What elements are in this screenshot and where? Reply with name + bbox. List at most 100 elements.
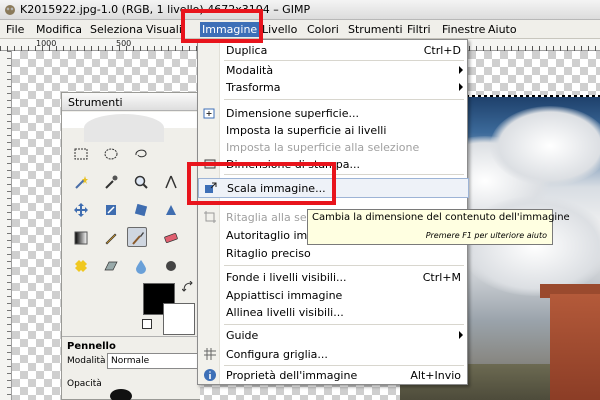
rect-select-icon [74,148,88,160]
menu-item-configura-griglia[interactable]: Configura griglia... [198,346,469,363]
color-picker-tool[interactable] [100,171,120,191]
magic-wand-icon [75,176,88,189]
menu-item-label: Imposta la superficie ai livelli [226,124,387,137]
menu-aiuto[interactable]: Aiuto [486,22,519,37]
ellipse-select-icon [104,148,118,160]
heal-tool[interactable] [70,255,90,275]
toolbox-titlebar[interactable]: Strumenti [62,93,201,111]
menu-item-label: Proprietà dell'immagine [226,369,358,382]
measure-tool[interactable] [160,171,180,191]
menu-separator [224,265,464,266]
ellipse-select-tool[interactable] [100,143,120,163]
move-tool[interactable] [70,199,90,219]
menu-separator [224,99,464,100]
tool-options-panel: Pennello Modalità Normale Opacità [62,336,201,400]
blend-tool[interactable] [70,227,90,247]
menu-item-allinea-livelli[interactable]: Allinea livelli visibili... [198,304,469,321]
lasso-icon [135,149,147,158]
menu-item-proprieta[interactable]: Proprietà dell'immagine Alt+Invio [198,367,469,384]
zoom-tool[interactable] [130,171,150,191]
menu-seleziona[interactable]: Seleziona [88,22,145,37]
wilber-banner [62,112,201,142]
menu-separator [224,60,464,61]
pencil-tool[interactable] [100,227,120,247]
move-arrows-icon [74,203,88,217]
background-color[interactable] [163,303,195,335]
title-bar: K2015922.jpg-1.0 (RGB, 1 livello) 4672x3… [0,0,600,20]
paintbrush-icon [132,232,144,245]
mode-label: Modalità [67,356,106,366]
menu-item-guide[interactable]: Guide [198,327,469,344]
menu-file[interactable]: File [4,22,26,37]
submenu-arrow-icon [459,331,463,339]
gradient-icon [74,231,88,245]
compass-icon [165,175,177,189]
building [550,294,600,400]
menu-item-ritaglio-preciso[interactable]: Ritaglio preciso [198,245,469,262]
menu-item-label: Imposta la superficie alla selezione [226,141,420,154]
highlight-scala-immagine [187,162,336,205]
menu-item-superficie-livelli[interactable]: Imposta la superficie ai livelli [198,122,469,139]
menu-colori[interactable]: Colori [305,22,341,37]
menu-item-appiattisci[interactable]: Appiattisci immagine [198,287,469,304]
menu-item-accel: Alt+Invio [410,369,461,382]
reset-colors-icon[interactable] [142,319,152,329]
eraser-tool[interactable] [160,227,180,247]
menu-filtri[interactable]: Filtri [405,22,433,37]
menu-item-accel: Ctrl+M [422,271,461,284]
fuzzy-select-tool[interactable] [70,171,90,191]
menu-item-label: Fonde i livelli visibili... [226,271,347,284]
menu-item-label: Guide [226,329,259,342]
submenu-arrow-icon [459,83,463,91]
menu-item-fonde-livelli[interactable]: Fonde i livelli visibili... Ctrl+M [198,269,469,286]
menu-livello[interactable]: Livello [260,22,299,37]
align-icon [106,205,116,215]
menu-item-label: Modalità [226,64,274,77]
swap-colors-icon[interactable] [182,281,194,293]
menu-visualizza[interactable]: Visualizza [144,22,184,37]
scale-icon [166,205,176,215]
align-tool[interactable] [100,199,120,219]
menu-item-dimensione-superficie[interactable]: Dimensione superficie... [198,105,469,122]
menu-modifica[interactable]: Modifica [34,22,84,37]
rotate-icon [134,203,148,217]
menu-item-modalita[interactable]: Modalità [198,62,469,79]
menu-item-trasforma[interactable]: Trasforma [198,79,469,96]
menu-finestre[interactable]: Finestre [440,22,487,37]
tool-options-title: Pennello [67,341,116,352]
tooltip: Cambia la dimensione del contenuto dell'… [307,209,570,245]
free-select-tool[interactable] [130,143,150,163]
menu-item-label: Ritaglio preciso [226,247,311,260]
menu-item-duplica[interactable]: Duplica Ctrl+D [198,42,469,59]
menu-item-label: Duplica [226,44,268,57]
mode-select[interactable]: Normale [107,353,201,369]
dodge-burn-icon [166,261,176,271]
bandage-icon [75,260,87,272]
scale-tool[interactable] [160,199,180,219]
paintbrush-tool[interactable] [127,227,147,247]
perspective-clone-icon [104,261,118,271]
pencil-icon [105,233,117,245]
menu-item-accel: Ctrl+D [423,44,461,57]
rect-select-tool[interactable] [70,143,90,163]
grid-icon [204,348,216,360]
highlight-menu-immagine [181,9,263,43]
brush-preview[interactable] [110,389,132,400]
menu-item-superficie-selezione[interactable]: Imposta la superficie alla selezione [198,139,469,156]
vertical-ruler[interactable] [0,51,12,400]
menu-strumenti[interactable]: Strumenti [346,22,405,37]
opacity-label: Opacità [67,379,102,389]
rotate-tool[interactable] [130,199,150,219]
cloud [490,106,600,186]
dodge-burn-tool[interactable] [160,255,180,275]
menu-separator [224,365,464,366]
info-icon [204,369,216,381]
magnifier-icon [134,175,148,189]
window-title: K2015922.jpg-1.0 (RGB, 1 livello) 4672x3… [20,3,311,16]
tooltip-hint: Premere F1 per ulteriore aiuto [425,231,547,240]
blur-tool[interactable] [130,255,150,275]
submenu-arrow-icon [459,66,463,74]
crop-icon [204,211,216,223]
gimp-icon [5,5,15,15]
perspective-clone-tool[interactable] [100,255,120,275]
